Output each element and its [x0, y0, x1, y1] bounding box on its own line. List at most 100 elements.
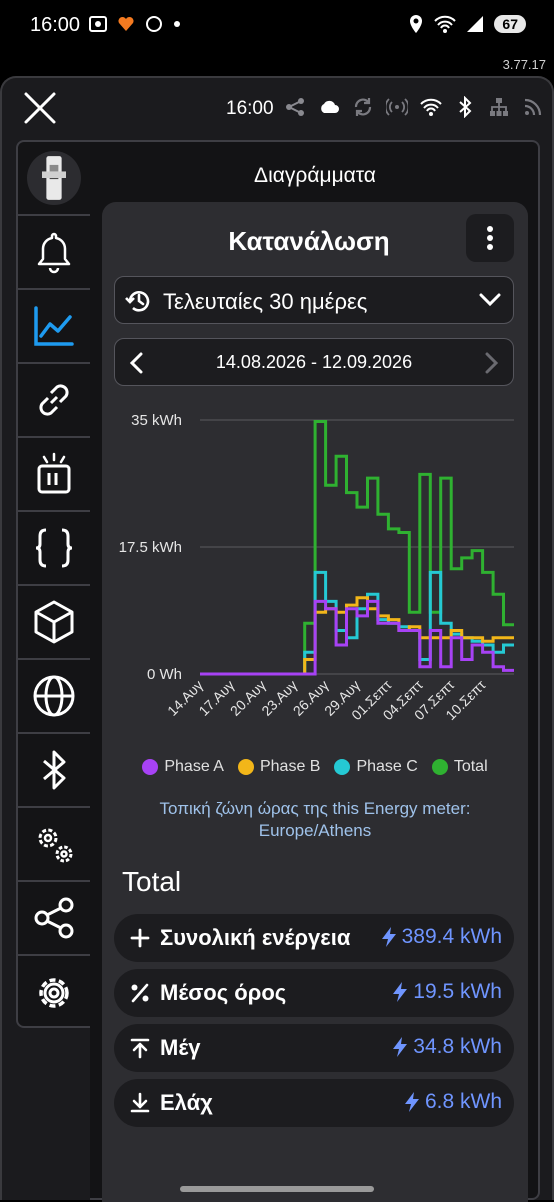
stat-value: 6.8 kWh: [403, 1090, 502, 1114]
stat-value: 389.4 kWh: [380, 925, 502, 949]
more-vertical-icon: [487, 226, 493, 250]
version-bar: [0, 50, 554, 76]
app-version: 3.77.17: [502, 57, 546, 72]
sidebar-item-web[interactable]: [18, 660, 90, 734]
app-topbar: 16:00: [2, 78, 552, 140]
sidebar-item-scripts[interactable]: [18, 512, 90, 586]
sidebar-item-settings[interactable]: [18, 956, 90, 1030]
rss-icon: [524, 98, 542, 116]
cube-icon: [34, 600, 74, 644]
cloud-icon: [321, 100, 339, 113]
system-status-bar: 16:00 67: [0, 0, 554, 50]
main-panel: Διαγράμματα Κατανάλωση Τελευταίες 30 ημέ…: [90, 140, 540, 1202]
legend-swatch: [334, 759, 351, 775]
bolt-icon: [404, 1092, 419, 1112]
sync-icon: [354, 98, 372, 116]
link-icon: [39, 384, 69, 416]
circle-app-icon: [146, 16, 162, 32]
legend-label: Phase C: [356, 758, 418, 775]
stat-label: Μέσος όρος: [160, 980, 287, 1005]
total-section-title: Total: [122, 866, 182, 897]
stat-value: 19.5 kWh: [391, 980, 502, 1004]
chart-legend: Phase A Phase B Phase C Total: [102, 758, 528, 776]
next-period-icon[interactable]: [485, 352, 499, 374]
connection-status-icons: [284, 96, 544, 118]
gear-icon: [39, 978, 69, 1008]
y-tick-label: 17.5 kWh: [119, 539, 182, 556]
stat-value-text: 34.8 kWh: [413, 1035, 502, 1058]
date-range-navigator: 14.08.2026 - 12.09.2026: [114, 338, 514, 386]
timezone-note: Τοπική ζώνη ώρας της this Energy meter: …: [159, 799, 471, 840]
stat-label: Ελάχ: [160, 1090, 213, 1115]
status-time: 16:00: [30, 14, 81, 36]
legend-label: Total: [453, 758, 488, 775]
sidebar: [16, 140, 92, 1028]
stat-value-text: 389.4 kWh: [401, 925, 502, 948]
plus-icon: [130, 928, 150, 948]
legend-swatch: [237, 759, 254, 775]
stat-total-energy: Συνολική ενέργεια 389.4 kWh: [114, 914, 514, 962]
device-avatar: [27, 151, 81, 205]
sidebar-item-charts[interactable]: [18, 290, 90, 364]
y-tick-label: 0 Wh: [147, 666, 182, 683]
share-icon: [286, 98, 304, 116]
history-icon: [125, 291, 150, 312]
legend-item[interactable]: Phase B: [237, 758, 321, 776]
home-indicator[interactable]: [180, 1186, 374, 1192]
sidebar-item-actions[interactable]: [18, 438, 90, 512]
energy-meter-device-icon: [42, 156, 66, 200]
chevron-down-icon: [479, 293, 501, 307]
stat-average: Μέσος όρος 19.5 kWh: [114, 969, 514, 1017]
min-icon: [130, 1092, 150, 1113]
bluetooth-icon: [43, 750, 66, 790]
topbar-time: 16:00: [226, 98, 274, 119]
y-tick-label: 35 kWh: [131, 412, 182, 429]
sidebar-item-components[interactable]: [18, 586, 90, 660]
percent-icon: [131, 983, 149, 1003]
sidebar-item-advanced-settings[interactable]: [18, 808, 90, 882]
page-title: Διαγράμματα: [254, 164, 376, 187]
gears-icon: [38, 828, 73, 863]
heart-app-icon: [118, 16, 134, 31]
wifi-icon: [434, 15, 457, 33]
ethernet-icon: [490, 98, 508, 116]
legend-item[interactable]: Total: [431, 758, 488, 776]
screenshot-icon: [89, 16, 107, 32]
chart-icon: [34, 306, 74, 346]
wifi-status-icon: [420, 98, 442, 116]
bolt-icon: [393, 982, 408, 1002]
legend-label: Phase B: [259, 758, 321, 775]
close-icon[interactable]: [20, 88, 60, 128]
stat-label: Συνολική ενέργεια: [160, 925, 351, 950]
bolt-icon: [381, 927, 396, 947]
signal-icon: [467, 16, 484, 32]
sidebar-item-device[interactable]: [18, 142, 90, 216]
stat-value-text: 6.8 kWh: [424, 1090, 502, 1113]
date-range-label: 14.08.2026 - 12.09.2026: [215, 352, 413, 372]
bolt-icon: [393, 1037, 408, 1057]
legend-label: Phase A: [164, 758, 224, 775]
globe-icon: [33, 675, 75, 717]
more-options-button[interactable]: [466, 214, 514, 262]
period-select[interactable]: Τελευταίες 30 ημέρες: [114, 276, 514, 324]
legend-item[interactable]: Phase C: [334, 758, 418, 776]
legend-swatch: [142, 759, 159, 775]
battery-indicator: 67: [494, 15, 526, 33]
consumption-card: Κατανάλωση Τελευταίες 30 ημέρες 14.08.20…: [102, 202, 528, 1202]
legend-item[interactable]: Phase A: [142, 758, 224, 776]
tv-signal-icon: [37, 452, 71, 494]
stat-min: Ελάχ 6.8 kWh: [114, 1079, 514, 1127]
sidebar-item-sharing[interactable]: [18, 882, 90, 956]
sidebar-item-bluetooth[interactable]: [18, 734, 90, 808]
stat-value-text: 19.5 kWh: [413, 980, 502, 1003]
broadcast-icon: [386, 98, 408, 116]
share-nodes-icon: [34, 897, 74, 939]
dot-icon: [174, 21, 180, 27]
sidebar-item-links[interactable]: [18, 364, 90, 438]
period-label: Τελευταίες 30 ημέρες: [163, 289, 368, 314]
card-title: Κατανάλωση: [228, 226, 390, 256]
location-icon: [410, 15, 423, 33]
bell-icon: [37, 232, 71, 274]
bluetooth-status-icon: [459, 96, 472, 118]
sidebar-item-notifications[interactable]: [18, 216, 90, 290]
